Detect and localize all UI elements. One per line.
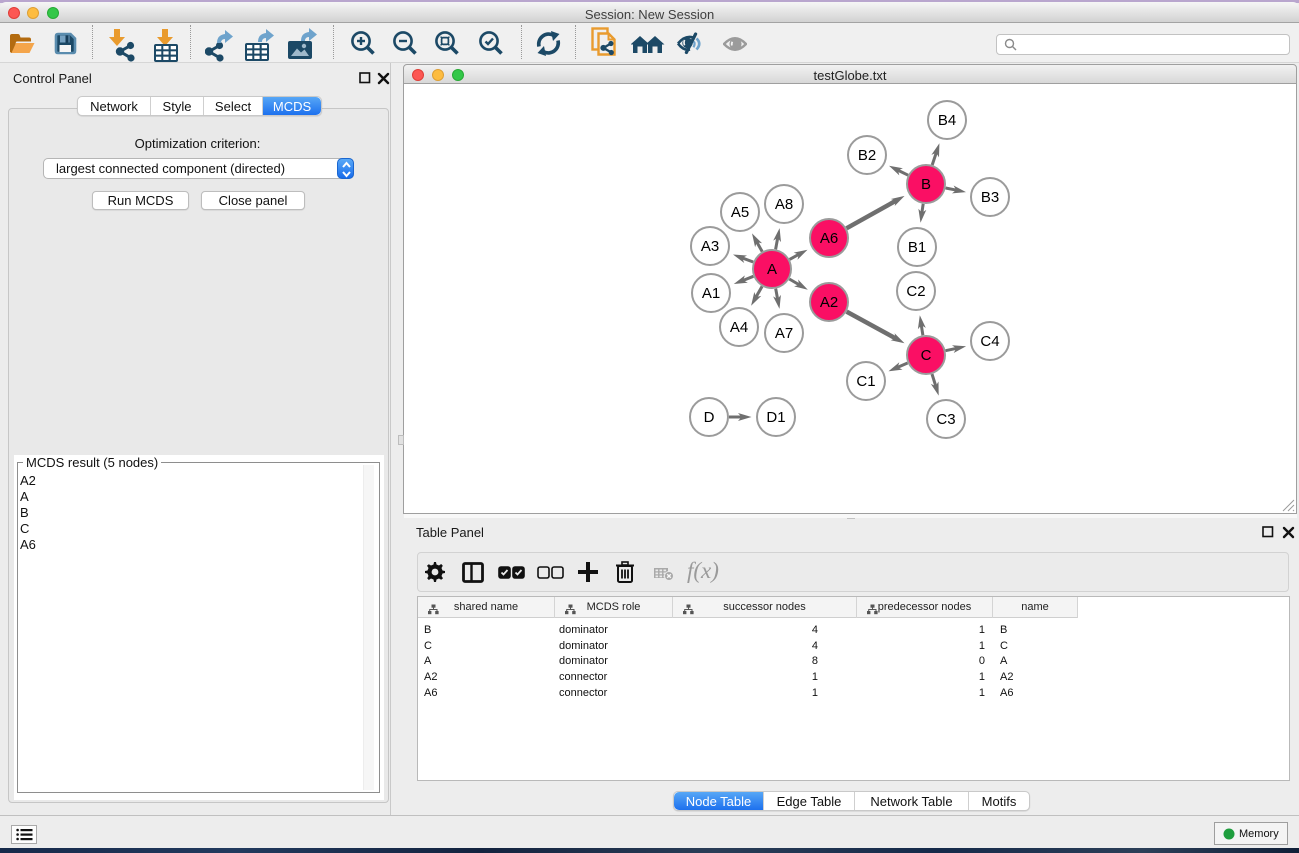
svg-text:B2: B2 bbox=[858, 147, 876, 164]
svg-text:B1: B1 bbox=[908, 239, 926, 256]
svg-text:B3: B3 bbox=[981, 189, 999, 206]
svg-text:B4: B4 bbox=[938, 112, 956, 129]
svg-text:C4: C4 bbox=[980, 333, 999, 350]
svg-text:C1: C1 bbox=[856, 373, 875, 390]
svg-text:D1: D1 bbox=[766, 409, 785, 426]
svg-text:B: B bbox=[921, 176, 931, 193]
svg-text:f(x): f(x) bbox=[687, 560, 719, 583]
svg-text:A7: A7 bbox=[775, 325, 793, 342]
svg-text:C2: C2 bbox=[906, 283, 925, 300]
svg-text:C: C bbox=[921, 347, 932, 364]
svg-text:A6: A6 bbox=[820, 230, 838, 247]
svg-text:A5: A5 bbox=[731, 204, 749, 221]
svg-text:A4: A4 bbox=[730, 319, 748, 336]
svg-text:A: A bbox=[767, 261, 777, 278]
svg-text:C3: C3 bbox=[936, 411, 955, 428]
svg-text:A1: A1 bbox=[702, 285, 720, 302]
svg-text:A8: A8 bbox=[775, 196, 793, 213]
svg-text:A2: A2 bbox=[820, 294, 838, 311]
svg-text:D: D bbox=[704, 409, 715, 426]
svg-text:A3: A3 bbox=[701, 238, 719, 255]
